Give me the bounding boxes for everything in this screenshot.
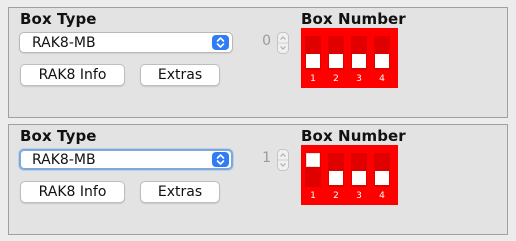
dip-switch-1[interactable] bbox=[305, 36, 321, 70]
dip-label-2: 2 bbox=[333, 191, 339, 201]
dip-switch-3-knob bbox=[352, 54, 366, 68]
dip-switch-1[interactable] bbox=[305, 153, 321, 187]
box-type-select-value: RAK8-MB bbox=[32, 35, 96, 51]
dip-switch-2-knob bbox=[329, 54, 343, 68]
box-number-value[interactable]: 0 bbox=[241, 33, 271, 53]
dip-switch: 1 2 3 4 bbox=[301, 145, 398, 205]
box-type-select[interactable]: RAK8-MB bbox=[19, 32, 233, 53]
dip-label-3: 3 bbox=[356, 191, 362, 201]
dip-label-3: 3 bbox=[356, 74, 362, 84]
updown-chevron-icon[interactable] bbox=[212, 35, 229, 50]
dip-label-4: 4 bbox=[379, 191, 385, 201]
dip-switch-3-knob bbox=[352, 171, 366, 185]
box-type-select-value: RAK8-MB bbox=[32, 152, 96, 168]
extras-button[interactable]: Extras bbox=[140, 64, 220, 86]
box-number-heading: Box Number bbox=[301, 127, 406, 145]
box-number-value[interactable]: 1 bbox=[241, 150, 271, 170]
stepper-arrows-icon[interactable] bbox=[277, 32, 289, 54]
dip-switch-2-knob bbox=[329, 171, 343, 185]
dip-switch-1-knob bbox=[306, 153, 320, 167]
dip-label-4: 4 bbox=[379, 74, 385, 84]
dip-switch-2[interactable] bbox=[328, 36, 344, 70]
dip-switch-4-knob bbox=[375, 54, 389, 68]
stepper-arrows-icon[interactable] bbox=[277, 149, 289, 171]
dip-switch: 1 2 3 4 bbox=[301, 28, 398, 88]
box-type-heading: Box Type bbox=[20, 127, 97, 145]
rak8-info-button[interactable]: RAK8 Info bbox=[20, 64, 125, 86]
box-type-select[interactable]: RAK8-MB bbox=[19, 149, 233, 170]
box-panel-1: Box Type Box Number RAK8-MB 0 RAK8 Info … bbox=[8, 7, 508, 118]
dip-label-2: 2 bbox=[333, 74, 339, 84]
extras-button[interactable]: Extras bbox=[140, 181, 220, 203]
dip-switch-2[interactable] bbox=[328, 153, 344, 187]
updown-chevron-icon[interactable] bbox=[212, 152, 229, 167]
dip-switch-4-knob bbox=[375, 171, 389, 185]
dip-label-1: 1 bbox=[310, 191, 316, 201]
dip-switch-1-knob bbox=[306, 54, 320, 68]
dip-switch-3[interactable] bbox=[351, 36, 367, 70]
dip-switch-4[interactable] bbox=[374, 153, 390, 187]
dip-switch-4[interactable] bbox=[374, 36, 390, 70]
box-number-heading: Box Number bbox=[301, 10, 406, 28]
dip-switch-3[interactable] bbox=[351, 153, 367, 187]
box-type-heading: Box Type bbox=[20, 10, 97, 28]
dip-label-1: 1 bbox=[310, 74, 316, 84]
rak8-info-button[interactable]: RAK8 Info bbox=[20, 181, 125, 203]
box-panel-2: Box Type Box Number RAK8-MB 1 RAK8 Info … bbox=[8, 124, 508, 235]
